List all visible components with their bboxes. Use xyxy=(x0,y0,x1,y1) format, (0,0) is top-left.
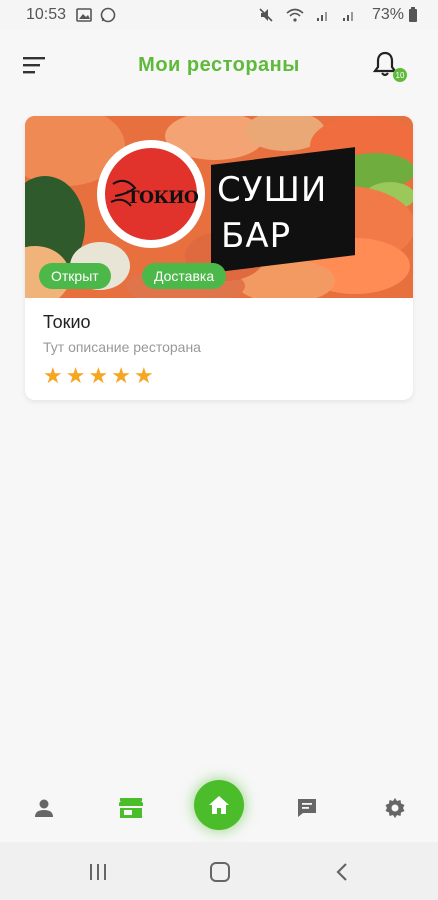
menu-icon[interactable] xyxy=(22,54,48,76)
home-button[interactable] xyxy=(208,860,232,884)
signal-icon xyxy=(342,8,356,22)
mute-icon xyxy=(258,7,274,23)
settings-icon[interactable] xyxy=(381,794,409,822)
app-bar: Мои рестораны 10 xyxy=(0,30,438,100)
banner-line-2: БАР xyxy=(221,216,292,256)
system-navigation xyxy=(0,842,438,900)
star-icon: ★ xyxy=(65,363,86,388)
star-icon: ★ xyxy=(43,363,63,388)
chat-icon[interactable] xyxy=(293,794,321,822)
notifications-button[interactable]: 10 xyxy=(372,50,407,82)
star-icon: ★ xyxy=(88,363,109,388)
star-icon: ★ xyxy=(111,363,131,388)
signal-icon xyxy=(316,8,330,22)
restaurant-name: Токио xyxy=(43,312,91,332)
store-icon[interactable] xyxy=(117,794,145,822)
square-icon xyxy=(210,862,230,882)
battery-icon xyxy=(408,7,418,23)
profile-icon[interactable] xyxy=(30,794,58,822)
restaurant-card[interactable]: ТОКИО СУШИ БАР Открыт Доставка Токио Тут… xyxy=(25,116,413,400)
status-bar: 10:53 73% xyxy=(0,0,438,30)
home-icon[interactable] xyxy=(194,780,244,830)
rating-stars: ★ ★ ★ ★ ★ xyxy=(43,365,395,387)
restaurant-description: Тут описание ресторана xyxy=(43,339,201,355)
image-icon xyxy=(76,8,92,22)
notification-badge: 10 xyxy=(393,68,407,82)
status-badge-open: Открыт xyxy=(39,263,111,289)
recents-icon xyxy=(90,864,106,880)
back-button[interactable] xyxy=(330,860,354,884)
star-icon: ★ xyxy=(133,363,154,388)
wifi-icon xyxy=(286,8,304,22)
whatsapp-icon xyxy=(100,7,116,23)
recents-button[interactable] xyxy=(86,860,110,884)
delivery-badge: Доставка xyxy=(142,263,227,289)
banner-line-1: СУШИ xyxy=(217,170,328,210)
bottom-navigation xyxy=(0,770,438,842)
battery-percent: 73% xyxy=(371,6,404,23)
status-time: 10:53 xyxy=(26,6,67,23)
logo-text: ТОКИО xyxy=(127,188,199,208)
page-title: Мои рестораны xyxy=(138,53,300,76)
restaurant-logo: ТОКИО xyxy=(97,140,205,248)
back-chevron-icon xyxy=(336,863,347,881)
restaurant-image: ТОКИО СУШИ БАР Открыт Доставка xyxy=(25,116,413,298)
